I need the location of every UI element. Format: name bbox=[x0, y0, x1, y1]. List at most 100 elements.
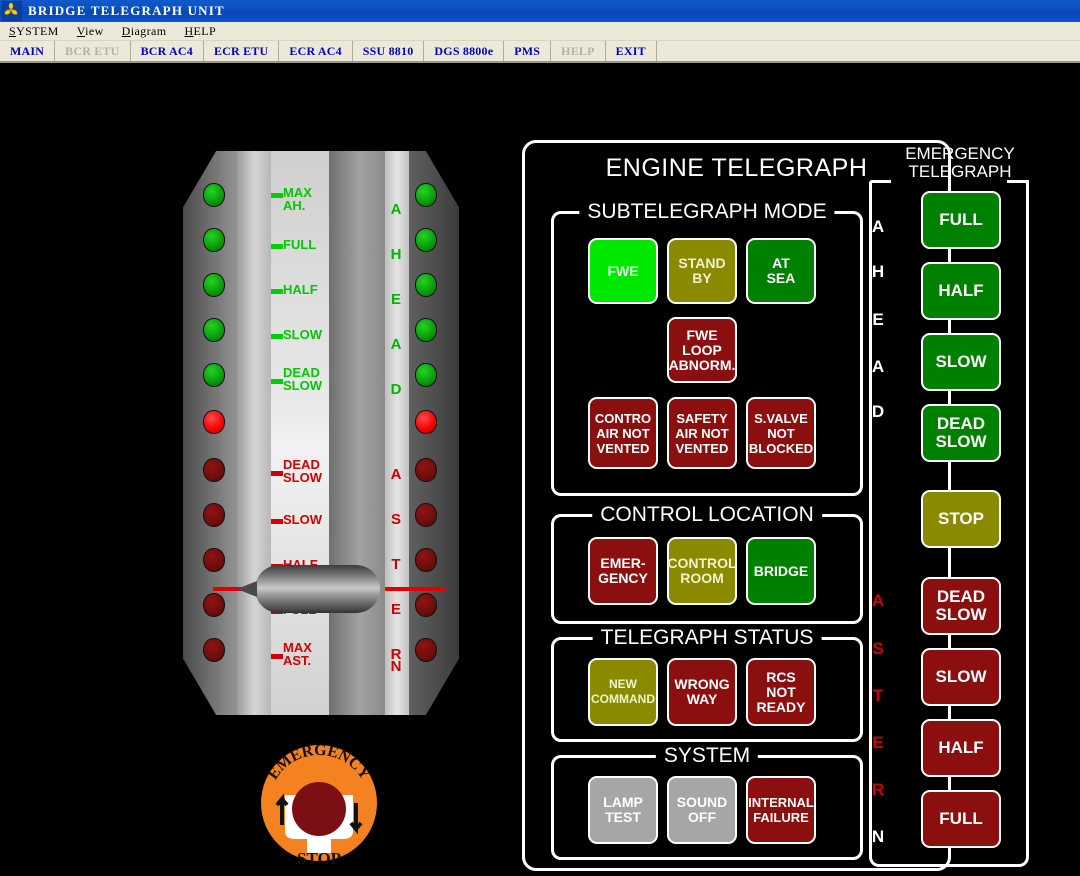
dial-right-strip bbox=[385, 151, 409, 715]
etel-button-full-ahead[interactable]: FULL bbox=[921, 191, 1001, 249]
etel-button-slow-ahead[interactable]: SLOW bbox=[921, 333, 1001, 391]
button-control-air-not-vented[interactable]: CONTRO AIR NOT VENTED bbox=[588, 397, 658, 469]
menu-item-view[interactable]: View bbox=[68, 24, 113, 39]
etel-button-stop[interactable]: STOP bbox=[921, 490, 1001, 548]
etel-astern-letter-4: R bbox=[871, 780, 885, 799]
dial-center-column bbox=[329, 151, 385, 715]
lamp-left-max-astern[interactable] bbox=[203, 638, 225, 662]
lamp-left-half-ahead[interactable] bbox=[203, 273, 225, 297]
tick-slow-ahead bbox=[271, 334, 283, 339]
telegraph-lever-knob[interactable] bbox=[237, 565, 380, 613]
etel-astern-letter-5: N bbox=[871, 827, 885, 846]
menu-item-view-label: iew bbox=[85, 23, 104, 38]
pointer-line-right bbox=[385, 587, 445, 591]
group-telegraph-status-legend: TELEGRAPH STATUS bbox=[592, 626, 822, 650]
button-fwe-loop-abnorm[interactable]: FWE LOOP ABNORM. bbox=[667, 317, 737, 383]
lamp-left-dead-slow-ahead[interactable] bbox=[203, 363, 225, 387]
scale-label-full-ahead: FULL bbox=[283, 237, 317, 252]
etel-button-full-astern[interactable]: FULL bbox=[921, 790, 1001, 848]
scale-label-max-astern: MAX AST. bbox=[283, 640, 312, 668]
etel-ahead-letter-0: A bbox=[871, 217, 885, 236]
astern-letter-5: N bbox=[390, 658, 402, 675]
scale-label-half-ahead: HALF bbox=[283, 282, 318, 297]
toolbar-button-ssu-8810[interactable]: SSU 8810 bbox=[353, 41, 425, 61]
button-stand-by[interactable]: STAND BY bbox=[667, 238, 737, 304]
toolbar-button-bcr-ac4[interactable]: BCR AC4 bbox=[131, 41, 204, 61]
lamp-left-full-ahead[interactable] bbox=[203, 228, 225, 252]
tick-max-astern bbox=[271, 654, 283, 659]
ahead-letter-3: A bbox=[390, 336, 402, 353]
etel-button-dead-slow-ahead[interactable]: DEAD SLOW bbox=[921, 404, 1001, 462]
toolbar-button-dgs-8800e[interactable]: DGS 8800e bbox=[424, 41, 505, 61]
ahead-letter-0: A bbox=[390, 201, 402, 218]
menu-item-diagram-label: iagram bbox=[130, 23, 167, 38]
lamp-right-stop[interactable] bbox=[415, 410, 437, 434]
button-bridge[interactable]: BRIDGE bbox=[746, 537, 816, 605]
tick-half-ahead bbox=[271, 289, 283, 294]
lamp-left-stop[interactable] bbox=[203, 410, 225, 434]
toolbar-button-bcr-etu: BCR ETU bbox=[55, 41, 131, 61]
lamp-left-full-astern[interactable] bbox=[203, 593, 225, 617]
emergency-telegraph-title-line2: TELEGRAPH bbox=[908, 162, 1012, 181]
toolbar-button-main[interactable]: MAIN bbox=[0, 41, 56, 61]
toolbar-button-pms[interactable]: PMS bbox=[504, 41, 552, 61]
button-svalve-not-blocked[interactable]: S.VALVE NOT BLOCKED bbox=[746, 397, 816, 469]
toolbar-button-ecr-ac4[interactable]: ECR AC4 bbox=[279, 41, 353, 61]
window-titlebar: BRIDGE TELEGRAPH UNIT bbox=[0, 0, 1080, 22]
scale-label-max-ahead: MAX AH. bbox=[283, 185, 312, 213]
diagram-canvas: MAX AH. FULL HALF SLOW DEAD SLOW DEAD SL… bbox=[0, 63, 1080, 871]
scale-label-dead-slow-ahead: DEAD SLOW bbox=[283, 365, 322, 393]
emergency-stop-bottom-label: STOP bbox=[297, 849, 341, 868]
toolbar-button-ecr-etu[interactable]: ECR ETU bbox=[204, 41, 280, 61]
menu-item-system[interactable]: SYSTEM bbox=[0, 24, 68, 39]
button-internal-failure[interactable]: INTERNAL FAILURE bbox=[746, 776, 816, 844]
lamp-right-max-ahead[interactable] bbox=[415, 183, 437, 207]
button-sound-off[interactable]: SOUND OFF bbox=[667, 776, 737, 844]
menu-item-diagram[interactable]: Diagram bbox=[113, 24, 176, 39]
lamp-right-dead-slow-astern[interactable] bbox=[415, 458, 437, 482]
window-title: BRIDGE TELEGRAPH UNIT bbox=[28, 3, 225, 18]
toolbar-button-exit[interactable]: EXIT bbox=[606, 41, 657, 61]
menu-item-system-label: YSTEM bbox=[16, 23, 59, 38]
scale-label-dead-slow-astern: DEAD SLOW bbox=[283, 457, 322, 485]
propeller-icon bbox=[2, 1, 22, 21]
button-lamp-test[interactable]: LAMP TEST bbox=[588, 776, 658, 844]
etel-button-half-astern[interactable]: HALF bbox=[921, 719, 1001, 777]
astern-letter-3: E bbox=[390, 601, 401, 618]
menu-item-help-label: ELP bbox=[193, 23, 217, 38]
lamp-left-max-ahead[interactable] bbox=[203, 183, 225, 207]
lamp-right-half-ahead[interactable] bbox=[415, 273, 437, 297]
button-new-command[interactable]: NEW COMMAND bbox=[588, 658, 658, 726]
lamp-right-max-astern[interactable] bbox=[415, 638, 437, 662]
etel-button-half-ahead[interactable]: HALF bbox=[921, 262, 1001, 320]
lamp-right-full-ahead[interactable] bbox=[415, 228, 437, 252]
emergency-stop-button[interactable]: STOP EMERGENCY bbox=[255, 742, 383, 871]
etel-astern-letter-1: S bbox=[872, 639, 884, 658]
lamp-right-dead-slow-ahead[interactable] bbox=[415, 363, 437, 387]
etel-astern-letter-3: E bbox=[872, 733, 884, 752]
bridge-telegraph-dial[interactable]: MAX AH. FULL HALF SLOW DEAD SLOW DEAD SL… bbox=[183, 151, 459, 715]
lamp-right-slow-ahead[interactable] bbox=[415, 318, 437, 342]
etel-button-dead-slow-astern[interactable]: DEAD SLOW bbox=[921, 577, 1001, 635]
tick-full-ahead bbox=[271, 244, 283, 249]
tick-dead-slow-astern bbox=[271, 471, 283, 476]
button-safety-air-not-vented[interactable]: SAFETY AIR NOT VENTED bbox=[667, 397, 737, 469]
button-at-sea[interactable]: AT SEA bbox=[746, 238, 816, 304]
menu-item-help[interactable]: HELP bbox=[175, 24, 225, 39]
etel-astern-letter-2: T bbox=[872, 686, 884, 705]
lamp-left-slow-ahead[interactable] bbox=[203, 318, 225, 342]
lamp-right-full-astern[interactable] bbox=[415, 593, 437, 617]
etel-button-slow-astern[interactable]: SLOW bbox=[921, 648, 1001, 706]
button-wrong-way[interactable]: WRONG WAY bbox=[667, 658, 737, 726]
button-control-room[interactable]: CONTROL ROOM bbox=[667, 537, 737, 605]
tick-dead-slow-ahead bbox=[271, 379, 283, 384]
telegraph-lever[interactable] bbox=[183, 502, 459, 613]
button-fwe[interactable]: FWE bbox=[588, 238, 658, 304]
button-emergency[interactable]: EMER- GENCY bbox=[588, 537, 658, 605]
etel-ahead-letter-4: D bbox=[871, 402, 885, 421]
group-subtelegraph-mode-legend: SUBTELEGRAPH MODE bbox=[579, 200, 835, 224]
lamp-left-dead-slow-astern[interactable] bbox=[203, 458, 225, 482]
button-rcs-not-ready[interactable]: RCS NOT READY bbox=[746, 658, 816, 726]
group-system-legend: SYSTEM bbox=[655, 744, 759, 768]
